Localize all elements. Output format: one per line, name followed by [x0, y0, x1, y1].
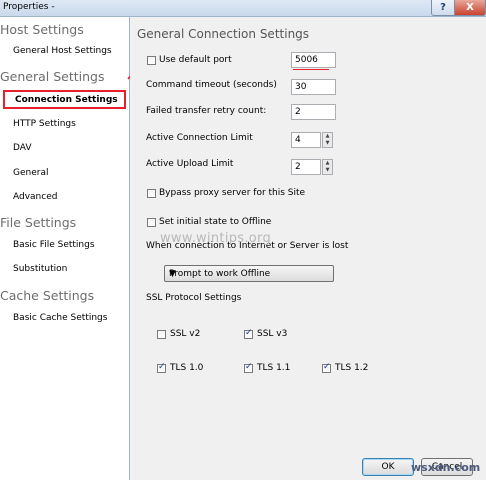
spin-up-icon[interactable]: ▲ [323, 160, 332, 167]
active-upload-limit-label: Active Upload Limit [146, 159, 234, 169]
use-default-port-label: Use default port [159, 55, 232, 65]
spin-up-icon[interactable]: ▲ [323, 133, 332, 140]
sidebar-item-substitution[interactable]: Substitution [13, 264, 67, 274]
settings-sidebar: Host Settings General Host Settings Gene… [0, 17, 130, 480]
sidebar-item-basic-file-settings[interactable]: Basic File Settings [13, 240, 95, 250]
close-button[interactable]: X [454, 0, 486, 16]
bypass-proxy-checkbox[interactable] [147, 189, 156, 198]
tls-1-2-checkbox[interactable] [322, 362, 331, 373]
retry-count-input[interactable]: 2 [291, 104, 336, 120]
command-timeout-input[interactable]: 30 [291, 79, 336, 95]
sidebar-item-label: Connection Settings [15, 95, 118, 105]
active-connection-limit-input[interactable]: 4 [291, 132, 321, 148]
category-general-settings[interactable]: General Settings [0, 69, 105, 84]
sidebar-item-general[interactable]: General [13, 168, 48, 178]
spin-down-icon[interactable]: ▼ [323, 167, 332, 174]
sidebar-item-dav[interactable]: DAV [13, 143, 32, 153]
ok-button[interactable]: OK [362, 458, 414, 476]
category-cache-settings[interactable]: Cache Settings [0, 288, 94, 303]
ssl-v2-checkbox[interactable] [157, 330, 166, 339]
use-default-port-checkbox[interactable] [147, 56, 156, 65]
sidebar-item-general-host-settings[interactable]: General Host Settings [13, 46, 112, 56]
page-title: General Connection Settings [137, 27, 310, 41]
ssl-v3-label: SSL v3 [257, 329, 288, 339]
watermark-text: www.wintips.org [160, 231, 272, 246]
tls-1-0-checkbox[interactable] [157, 362, 166, 373]
port-underline-annotation [293, 69, 329, 70]
help-button[interactable]: ? [431, 0, 455, 16]
ssl-v2-label: SSL v2 [170, 329, 201, 339]
tls-1-1-checkbox[interactable] [244, 362, 253, 373]
sidebar-item-connection-settings[interactable]: Connection Settings [3, 90, 126, 109]
spin-down-icon[interactable]: ▼ [323, 140, 332, 147]
initial-offline-checkbox[interactable] [147, 218, 156, 227]
title-bar: Properties - ? X [0, 0, 486, 17]
active-upload-limit-stepper[interactable]: ▲ ▼ [322, 159, 333, 175]
dropdown-arrow-icon: ▼ [169, 269, 176, 279]
tls-1-1-label: TLS 1.1 [257, 363, 291, 373]
corner-watermark: wsxdn.com [411, 461, 481, 474]
initial-offline-label: Set initial state to Offline [159, 217, 272, 227]
active-upload-limit-input[interactable]: 2 [291, 159, 321, 175]
command-timeout-label: Command timeout (seconds) [146, 80, 277, 90]
retry-count-label: Failed transfer retry count: [146, 106, 267, 116]
ssl-v3-checkbox[interactable] [244, 328, 253, 339]
port-input[interactable]: 5006 [291, 52, 336, 68]
window-title: Properties - [3, 2, 55, 12]
sidebar-item-advanced[interactable]: Advanced [13, 192, 57, 202]
lost-connection-dropdown[interactable]: Prompt to work Offline ▼ [164, 265, 334, 282]
active-connection-limit-label: Active Connection Limit [146, 133, 253, 143]
sidebar-item-http-settings[interactable]: HTTP Settings [13, 119, 76, 129]
sidebar-item-basic-cache-settings[interactable]: Basic Cache Settings [13, 313, 107, 323]
tls-1-0-label: TLS 1.0 [170, 363, 204, 373]
category-host-settings[interactable]: Host Settings [0, 22, 84, 37]
category-file-settings[interactable]: File Settings [0, 215, 76, 230]
bypass-proxy-label: Bypass proxy server for this Site [159, 188, 306, 198]
ssl-protocol-heading: SSL Protocol Settings [146, 293, 242, 303]
tls-1-2-label: TLS 1.2 [335, 363, 369, 373]
active-connection-limit-stepper[interactable]: ▲ ▼ [322, 132, 333, 148]
connection-settings-panel: General Connection Settings Use default … [130, 17, 486, 480]
